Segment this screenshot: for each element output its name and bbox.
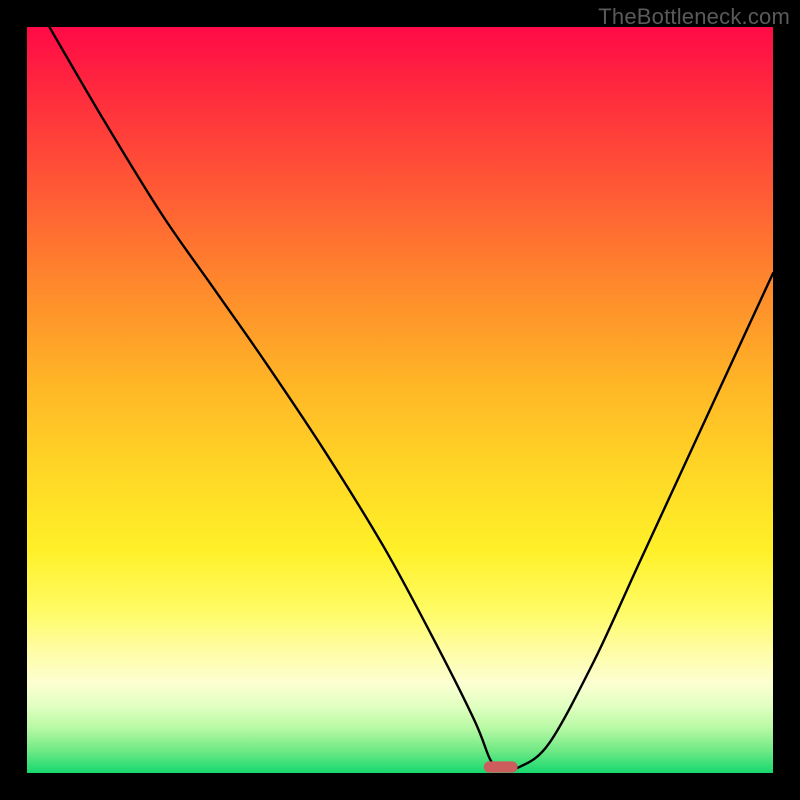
chart-overlay <box>27 27 773 773</box>
chart-frame: TheBottleneck.com <box>0 0 800 800</box>
bottleneck-curve-line <box>49 27 773 769</box>
optimal-point-pill <box>484 761 518 772</box>
